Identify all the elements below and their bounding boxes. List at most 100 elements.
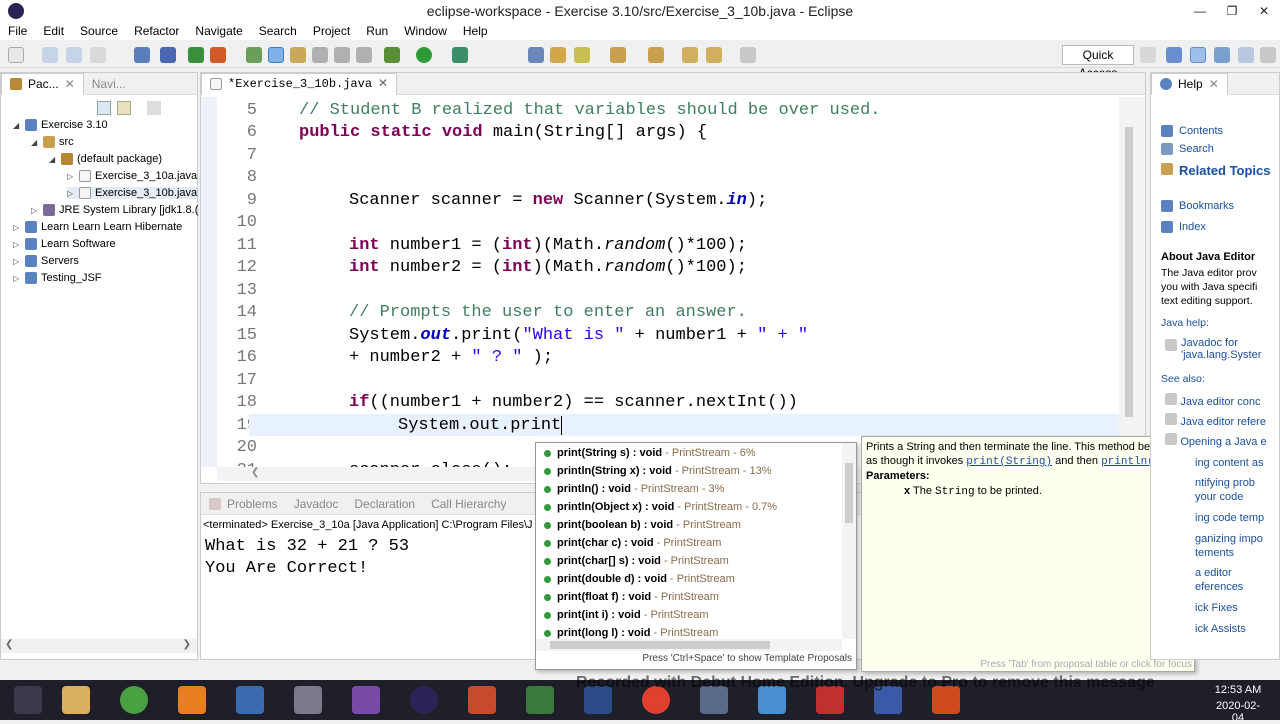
tree-item-jre[interactable]: ▷ JRE System Library [jdk1.8.(	[31, 204, 198, 216]
help-link-bookmarks[interactable]: Bookmarks	[1161, 200, 1234, 212]
tree-item-file-b[interactable]: ▷ Exercise_3_10b.java	[67, 187, 198, 199]
chart-app-icon[interactable]	[526, 686, 554, 714]
help-link-contents[interactable]: Contents	[1161, 125, 1223, 137]
menu-search[interactable]: Search	[251, 22, 305, 40]
prev-annotation-icon[interactable]	[648, 47, 664, 63]
close-button[interactable]: ✕	[1248, 0, 1280, 22]
code-area[interactable]: // Student B realized that variables sho…	[265, 97, 1119, 467]
proposal-item[interactable]: print(float f) : void - PrintStream	[544, 591, 719, 603]
next-annotation-icon[interactable]	[610, 47, 626, 63]
git-icon[interactable]	[468, 686, 496, 714]
open-folder-icon[interactable]	[550, 47, 566, 63]
toggle-block-icon[interactable]	[290, 47, 306, 63]
menu-window[interactable]: Window	[396, 22, 455, 40]
run-icon[interactable]	[416, 47, 432, 63]
link-editor-icon[interactable]	[117, 101, 131, 115]
visual-studio-icon[interactable]	[352, 686, 380, 714]
vlc-icon[interactable]	[178, 686, 206, 714]
tree-item-servers[interactable]: ▷ Servers	[13, 255, 79, 267]
menu-source[interactable]: Source	[72, 22, 126, 40]
minimize-button[interactable]: —	[1184, 0, 1216, 22]
horizontal-scrollbar[interactable]: ❮ ❯	[1, 639, 197, 653]
see-also-link[interactable]: ick Fixes	[1195, 600, 1238, 614]
git-perspective-icon[interactable]	[1238, 47, 1254, 63]
new-icon[interactable]	[8, 47, 24, 63]
debug-icon[interactable]	[384, 47, 400, 63]
format-icon[interactable]	[334, 47, 350, 63]
javadoc-popup[interactable]: Prints a String and then terminate the l…	[861, 436, 1195, 672]
help-link-related-topics[interactable]: Related Topics	[1161, 163, 1271, 178]
see-also-link[interactable]: ganizing impo	[1195, 531, 1263, 545]
see-also-link[interactable]: Java editor conc	[1165, 393, 1260, 408]
tab-problems[interactable]: Problems	[201, 493, 286, 515]
proposal-item[interactable]: println(Object x) : void - PrintStream -…	[544, 501, 777, 513]
tree-item-project[interactable]: ◢ Exercise 3.10	[13, 119, 108, 131]
refresh-icon[interactable]	[210, 47, 226, 63]
java-ee-perspective-icon[interactable]	[1166, 47, 1182, 63]
proposal-item[interactable]: print(String s) : void - PrintStream - 6…	[544, 447, 756, 459]
proposal-item[interactable]: print(char c) : void - PrintStream	[544, 537, 721, 549]
see-also-link[interactable]: Java editor refere	[1165, 413, 1266, 428]
new-java-project-icon[interactable]	[188, 47, 204, 63]
spring-icon[interactable]	[120, 686, 148, 714]
see-also-link[interactable]: ing code temp	[1195, 510, 1264, 524]
close-icon[interactable]: ✕	[378, 73, 388, 95]
help-link-index[interactable]: Index	[1161, 221, 1206, 233]
close-icon[interactable]: ✕	[65, 73, 75, 95]
menu-refactor[interactable]: Refactor	[126, 22, 187, 40]
proposal-item[interactable]: println(String x) : void - PrintStream -…	[544, 465, 772, 477]
quick-access-input[interactable]: Quick Access	[1062, 45, 1134, 80]
see-also-link[interactable]: your code	[1195, 489, 1243, 503]
help-link-search[interactable]: Search	[1161, 143, 1214, 155]
debug-config-icon[interactable]	[160, 47, 176, 63]
paragraph-icon[interactable]	[356, 47, 372, 63]
tab-navigator[interactable]: Navi...	[84, 73, 134, 95]
proposal-list[interactable]: print(String s) : void - PrintStream - 6…	[536, 443, 842, 639]
tab-package-explorer[interactable]: Pac... ✕	[1, 72, 84, 95]
back-icon[interactable]	[682, 47, 698, 63]
open-type-icon[interactable]	[246, 47, 262, 63]
start-icon[interactable]	[14, 686, 42, 714]
save-all-icon[interactable]	[66, 47, 82, 63]
terminal-icon[interactable]	[134, 47, 150, 63]
tab-exercise-3-10b[interactable]: *Exercise_3_10b.java ✕	[201, 72, 398, 95]
tree-item-learn-software[interactable]: ▷ Learn Software	[13, 238, 116, 250]
view-menu-icon[interactable]	[147, 101, 161, 115]
see-also-link[interactable]: tements	[1195, 545, 1234, 559]
tab-javadoc[interactable]: Javadoc	[286, 493, 347, 515]
menu-help[interactable]: Help	[455, 22, 496, 40]
python-icon[interactable]	[236, 686, 264, 714]
restore-button[interactable]: ❐	[1216, 0, 1248, 22]
proposal-item[interactable]: println() : void - PrintStream - 3%	[544, 483, 724, 495]
scroll-thumb[interactable]	[845, 463, 853, 523]
forward-icon[interactable]	[740, 47, 756, 63]
proposal-scrollbar[interactable]	[842, 443, 856, 639]
run-external-icon[interactable]	[452, 47, 468, 63]
tab-call-hierarchy[interactable]: Call Hierarchy	[423, 493, 514, 515]
save-icon[interactable]	[42, 47, 58, 63]
menu-file[interactable]: File	[0, 22, 35, 40]
clock[interactable]: 12:53 AM 2020-02-04	[1210, 684, 1266, 724]
see-also-link[interactable]: a editor	[1195, 565, 1232, 579]
file-explorer-icon[interactable]	[62, 686, 90, 714]
proposal-item[interactable]: print(double d) : void - PrintStream	[544, 573, 735, 585]
vertical-scrollbar[interactable]	[1119, 97, 1145, 467]
tab-help[interactable]: Help ✕	[1151, 73, 1228, 95]
proposal-item[interactable]: print(int i) : void - PrintStream	[544, 609, 709, 621]
see-also-link[interactable]: Opening a Java e	[1165, 433, 1267, 448]
proposal-item[interactable]: print(long l) : void - PrintStream	[544, 627, 718, 639]
javadoc-link[interactable]: Javadoc for'java.lang.Syster	[1165, 337, 1261, 361]
collapse-all-icon[interactable]	[97, 101, 111, 115]
see-also-link[interactable]: ntifying prob	[1195, 475, 1255, 489]
see-also-link[interactable]: ing content as	[1195, 455, 1264, 469]
menu-run[interactable]: Run	[358, 22, 396, 40]
tree-item-file-a[interactable]: ▷ Exercise_3_10a.java	[67, 170, 197, 182]
app-icon[interactable]	[294, 686, 322, 714]
tree-item-testing-jsf[interactable]: ▷ Testing_JSF	[13, 272, 102, 284]
print-string-link[interactable]: print(String)	[966, 456, 1052, 468]
show-whitespace-icon[interactable]	[312, 47, 328, 63]
proposal-hscrollbar[interactable]	[536, 639, 842, 651]
menu-project[interactable]: Project	[305, 22, 358, 40]
see-also-link[interactable]: ick Assists	[1195, 621, 1246, 635]
scroll-thumb[interactable]	[550, 641, 770, 649]
